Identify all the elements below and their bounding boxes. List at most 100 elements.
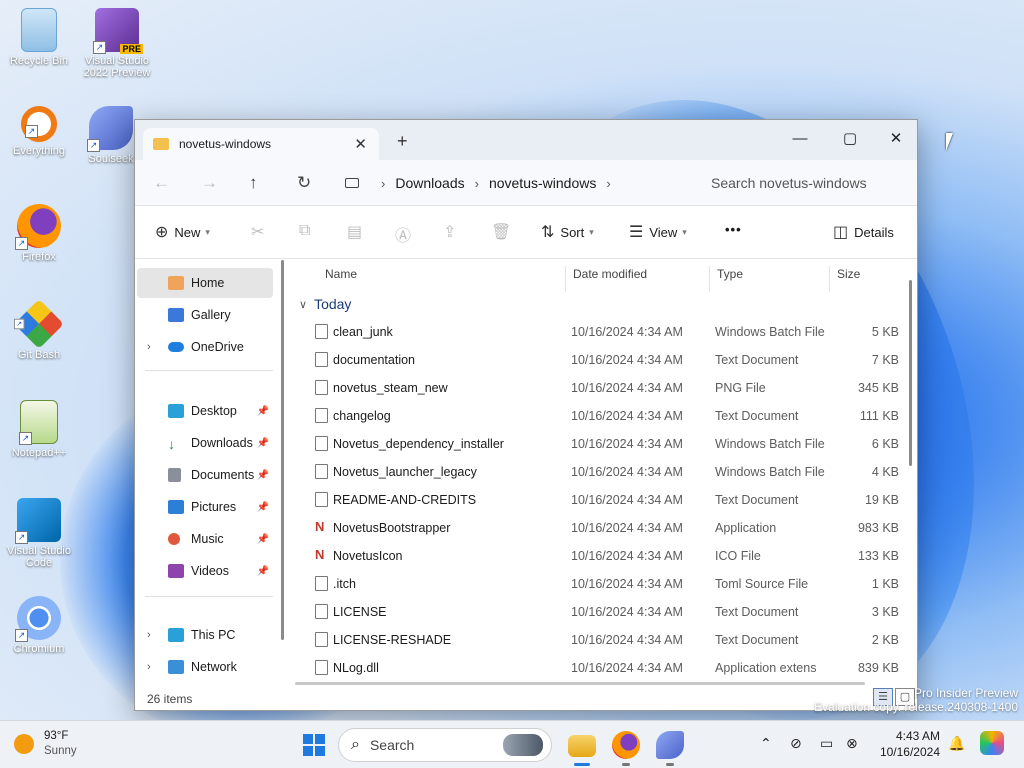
weather-widget[interactable]: 93°F Sunny <box>14 729 77 759</box>
desktop-icon-git-bash[interactable]: ↗ Git Bash <box>1 299 77 361</box>
breadcrumb-downloads[interactable]: Downloads <box>395 175 464 191</box>
taskbar-search-box[interactable]: ⌕ Search <box>338 728 552 762</box>
desktop-icon-label: Visual Studio Code <box>6 545 71 569</box>
table-row[interactable]: N NovetusBootstrapper 10/16/2024 4:34 AM Ap… <box>299 514 905 542</box>
maximize-button[interactable]: ▢ <box>827 124 873 154</box>
new-tab-button[interactable]: + <box>397 131 408 152</box>
network-disconnected-icon[interactable]: ⊘ <box>790 735 802 752</box>
nav-item-downloads[interactable]: ↓ Downloads 📌 <box>137 428 273 458</box>
group-header-today[interactable]: ∨ Today <box>299 296 351 312</box>
details-button[interactable]: ◫ Details <box>833 222 894 242</box>
pin-icon[interactable]: 📌 <box>257 470 269 481</box>
up-arrow-icon[interactable]: ↑ <box>249 173 258 193</box>
new-button[interactable]: ⊕ New ▾ <box>155 222 210 242</box>
column-divider[interactable] <box>829 266 830 292</box>
cut-icon[interactable]: ✂ <box>251 222 264 242</box>
nav-scrollbar[interactable] <box>281 260 284 640</box>
copilot-icon[interactable] <box>980 731 1004 755</box>
breadcrumb-novetus-windows[interactable]: novetus-windows <box>489 175 596 191</box>
nav-item-this-pc[interactable]: › This PC <box>137 620 273 650</box>
table-row[interactable]: LICENSE 10/16/2024 4:34 AM Text Document 3 … <box>299 598 905 626</box>
download-icon: ↓ <box>168 436 175 452</box>
table-row[interactable]: documentation 10/16/2024 4:34 AM Text Docu… <box>299 346 905 374</box>
table-row[interactable]: Novetus_dependency_installer 10/16/2024 4… <box>299 430 905 458</box>
column-divider[interactable] <box>565 266 566 292</box>
soulseek-taskbar-icon[interactable] <box>656 731 684 759</box>
chevron-right-icon[interactable]: › <box>381 176 385 191</box>
table-row[interactable]: README-AND-CREDITS 10/16/2024 4:34 AM Text… <box>299 486 905 514</box>
desktop-icon-vscode[interactable]: ↗ Visual Studio Code <box>1 498 77 569</box>
horizontal-scrollbar[interactable] <box>295 682 865 685</box>
file-explorer-taskbar-icon[interactable] <box>568 735 596 757</box>
nav-item-pictures[interactable]: Pictures 📌 <box>137 492 273 522</box>
column-header-size[interactable]: Size <box>837 260 860 288</box>
volume-muted-icon[interactable]: ⊗ <box>846 735 858 752</box>
notification-bell-icon[interactable]: 🔔 <box>948 735 965 752</box>
nav-item-desktop[interactable]: Desktop 📌 <box>137 396 273 426</box>
search-input[interactable]: Search novetus-windows <box>697 166 909 200</box>
file-type: Text Document <box>715 409 799 423</box>
vertical-scrollbar[interactable] <box>909 280 912 466</box>
chevron-right-icon[interactable]: › <box>147 661 151 673</box>
firefox-taskbar-icon[interactable] <box>612 731 640 759</box>
file-size: 839 KB <box>857 661 899 675</box>
desktop-icon-chromium[interactable]: ↗ Chromium <box>1 596 77 655</box>
pin-icon[interactable]: 📌 <box>257 534 269 545</box>
rename-icon[interactable]: Ⓐ <box>395 222 411 246</box>
delete-icon[interactable]: 🗑 <box>491 222 511 242</box>
chevron-right-icon[interactable]: › <box>475 176 479 191</box>
nav-item-music[interactable]: Music 📌 <box>137 524 273 554</box>
tab-novetus-windows[interactable]: novetus-windows ✕ <box>143 128 379 160</box>
minimize-button[interactable]: — <box>777 124 823 154</box>
share-icon[interactable]: ⇪ <box>443 222 456 242</box>
nav-item-documents[interactable]: Documents 📌 <box>137 460 273 490</box>
desktop-icon-notepad-plus-plus[interactable]: ↗ Notepad++ <box>1 400 77 459</box>
close-button[interactable]: ✕ <box>873 124 919 154</box>
table-row[interactable]: novetus_steam_new 10/16/2024 4:34 AM PNG F… <box>299 374 905 402</box>
this-pc-icon[interactable] <box>345 178 359 188</box>
sort-button[interactable]: ⇅ Sort ▾ <box>541 222 594 242</box>
table-row[interactable]: .itch 10/16/2024 4:34 AM Toml Source File 1… <box>299 570 905 598</box>
pin-icon[interactable]: 📌 <box>257 438 269 449</box>
nav-item-gallery[interactable]: Gallery <box>137 300 273 330</box>
table-row[interactable]: Novetus_launcher_legacy 10/16/2024 4:34 A… <box>299 458 905 486</box>
desktop-icon-label: Chromium <box>13 643 65 655</box>
tab-close-button[interactable]: ✕ <box>354 135 367 153</box>
desktop-icon-recycle-bin[interactable]: Recycle Bin <box>1 8 77 67</box>
forward-arrow-icon[interactable]: → <box>201 173 218 193</box>
paste-icon[interactable]: ▤ <box>347 222 362 242</box>
chevron-right-icon[interactable]: › <box>147 629 151 641</box>
column-header-type[interactable]: Type <box>717 260 743 288</box>
desktop-icon-visual-studio-preview[interactable]: PRE ↗ Visual Studio 2022 Preview <box>79 8 155 79</box>
nav-label: Music <box>191 532 224 546</box>
column-divider[interactable] <box>709 266 710 292</box>
start-windows-icon[interactable] <box>300 731 328 759</box>
system-clock[interactable]: 4:43 AM 10/16/2024 <box>868 728 940 760</box>
desktop-icon-everything[interactable]: ↗ Everything <box>1 106 77 157</box>
table-row[interactable]: clean_junk 10/16/2024 4:34 AM Windows Batc… <box>299 318 905 346</box>
nav-item-onedrive[interactable]: › OneDrive <box>137 332 273 362</box>
pin-icon[interactable]: 📌 <box>257 502 269 513</box>
table-row[interactable]: LICENSE-RESHADE 10/16/2024 4:34 AM Text Do… <box>299 626 905 654</box>
chevron-right-icon[interactable]: › <box>147 341 151 353</box>
copy-icon[interactable]: ⧉ <box>299 222 310 240</box>
table-row[interactable]: N NovetusIcon 10/16/2024 4:34 AM ICO File 13… <box>299 542 905 570</box>
table-row[interactable]: changelog 10/16/2024 4:34 AM Text Document… <box>299 402 905 430</box>
column-header-name[interactable]: Name <box>325 260 357 288</box>
pin-icon[interactable]: 📌 <box>257 406 269 417</box>
chevron-right-icon[interactable]: › <box>606 176 610 191</box>
more-options-button[interactable]: ••• <box>725 222 742 237</box>
pin-icon[interactable]: 📌 <box>257 566 269 577</box>
view-button[interactable]: ☰ View ▾ <box>629 222 687 242</box>
chevron-up-icon[interactable]: ⌃ <box>760 735 772 752</box>
desktop-icon-firefox[interactable]: ↗ Firefox <box>1 204 77 263</box>
refresh-icon[interactable]: ↻ <box>297 173 311 193</box>
title-bar: novetus-windows ✕ + — ▢ ✕ <box>135 120 917 160</box>
table-row[interactable]: NLog.dll 10/16/2024 4:34 AM Application ex… <box>299 654 905 682</box>
column-header-date[interactable]: Date modified <box>573 260 647 288</box>
nav-item-videos[interactable]: Videos 📌 <box>137 556 273 586</box>
nav-item-network[interactable]: › Network <box>137 652 273 682</box>
nav-item-home[interactable]: Home <box>137 268 273 298</box>
display-icon[interactable]: ▭ <box>820 735 833 752</box>
back-arrow-icon[interactable]: ← <box>153 173 170 193</box>
